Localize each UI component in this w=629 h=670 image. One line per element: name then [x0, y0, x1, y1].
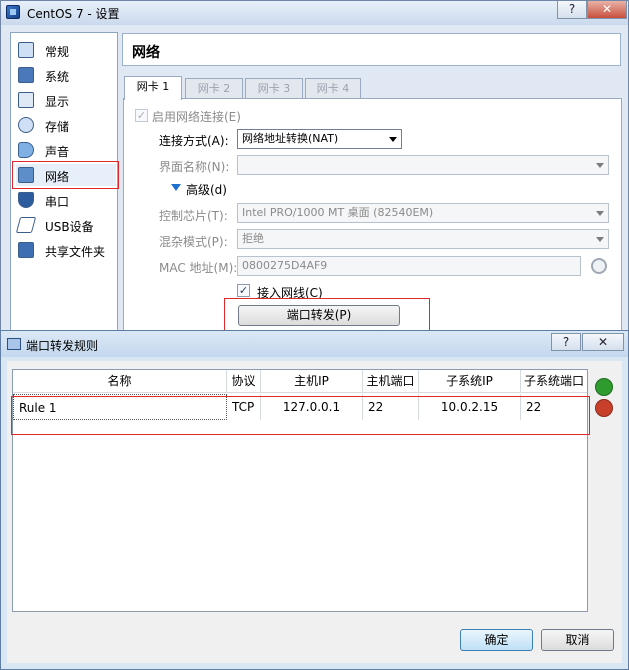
sidebar-item-label: 系统	[45, 70, 70, 84]
virtualbox-app-icon	[6, 5, 20, 19]
column-header-name[interactable]: 名称	[13, 370, 227, 393]
section-title: 网络	[132, 45, 160, 61]
adapter-type-label: 控制芯片(T):	[159, 209, 228, 223]
mac-address-input[interactable]: 0800275D4AF9	[237, 256, 581, 276]
rule-highlight-box	[11, 396, 590, 435]
sidebar-item-label: USB设备	[45, 220, 94, 234]
port-forwarding-titlebar[interactable]: 端口转发规则 ? ✕	[1, 331, 628, 357]
column-header-host-port[interactable]: 主机端口	[363, 370, 419, 393]
port-forwarding-help-button[interactable]: ?	[551, 333, 581, 351]
chevron-down-icon	[596, 163, 604, 168]
mac-address-value: 0800275D4AF9	[242, 259, 328, 272]
refresh-mac-icon[interactable]	[591, 258, 607, 274]
usb-icon	[15, 217, 37, 233]
audio-icon	[18, 142, 34, 158]
tab-adapter-3[interactable]: 网卡 3	[245, 78, 303, 99]
ok-button[interactable]: 确定	[460, 629, 533, 651]
chevron-down-icon	[596, 211, 604, 216]
tab-adapter-2[interactable]: 网卡 2	[185, 78, 243, 99]
display-icon	[18, 92, 34, 108]
promiscuous-mode-select[interactable]: 拒绝	[237, 229, 609, 249]
interface-name-label: 界面名称(N):	[159, 160, 230, 174]
sidebar-item-label: 存储	[45, 120, 70, 134]
settings-window-title: CentOS 7 - 设置	[27, 7, 120, 21]
enable-adapter-checkbox[interactable]: ✓	[135, 109, 148, 122]
adapter-type-select[interactable]: Intel PRO/1000 MT 桌面 (82540EM)	[237, 203, 609, 223]
sidebar-item-label: 常规	[45, 45, 70, 59]
attached-to-value: 网络地址转换(NAT)	[242, 132, 339, 145]
column-header-guest-ip[interactable]: 子系统IP	[419, 370, 521, 393]
column-header-guest-port[interactable]: 子系统端口	[521, 370, 587, 393]
attached-to-label: 连接方式(A):	[159, 134, 229, 148]
cancel-button[interactable]: 取消	[541, 629, 614, 651]
attached-to-select[interactable]: 网络地址转换(NAT)	[237, 129, 402, 149]
sidebar-item-audio[interactable]: 声音	[16, 139, 116, 161]
settings-close-button[interactable]: ✕	[587, 1, 627, 19]
sidebar-item-general[interactable]: 常规	[16, 39, 116, 61]
expand-triangle-icon[interactable]	[171, 184, 181, 191]
port-forwarding-window: 端口转发规则 ? ✕ 名称 协议 主机IP 主机端口 子系统IP 子系统端口 R…	[0, 330, 629, 670]
add-rule-icon[interactable]	[595, 378, 613, 396]
sidebar-item-label: 显示	[45, 95, 70, 109]
remove-rule-icon[interactable]	[595, 399, 613, 417]
sidebar-item-label: 串口	[45, 195, 70, 209]
tab-adapter-1[interactable]: 网卡 1	[124, 76, 182, 100]
port-forwarding-close-button[interactable]: ✕	[582, 333, 624, 351]
network-highlight-box	[12, 161, 119, 189]
sidebar-item-label: 共享文件夹	[45, 245, 106, 259]
settings-help-button[interactable]: ?	[557, 1, 587, 19]
tab-adapter-4[interactable]: 网卡 4	[305, 78, 361, 99]
sidebar-item-shared-folders[interactable]: 共享文件夹	[16, 239, 116, 261]
sidebar-item-system[interactable]: 系统	[16, 64, 116, 86]
serial-port-icon	[18, 192, 34, 208]
adapter-type-value: Intel PRO/1000 MT 桌面 (82540EM)	[242, 206, 434, 219]
advanced-toggle[interactable]: 高级(d)	[186, 181, 227, 198]
mac-address-label: MAC 地址(M):	[159, 261, 238, 275]
sidebar-item-serial-port[interactable]: 串口	[16, 189, 116, 211]
port-forwarding-content: 名称 协议 主机IP 主机端口 子系统IP 子系统端口 Rule 1 TCP 1…	[7, 361, 622, 663]
settings-titlebar[interactable]: CentOS 7 - 设置 ? ✕	[1, 1, 628, 25]
enable-adapter-label: 启用网络连接(E)	[152, 110, 241, 124]
window-icon	[7, 338, 21, 350]
sidebar-item-storage[interactable]: 存储	[16, 114, 116, 136]
chevron-down-icon	[389, 137, 397, 142]
column-header-protocol[interactable]: 协议	[227, 370, 261, 393]
interface-name-select[interactable]	[237, 155, 609, 175]
port-forwarding-title: 端口转发规则	[26, 339, 99, 353]
cable-connected-checkbox[interactable]: ✓	[237, 284, 250, 297]
promiscuous-mode-value: 拒绝	[242, 232, 264, 245]
sidebar-item-label: 声音	[45, 145, 70, 159]
system-icon	[18, 67, 34, 83]
sidebar-item-usb[interactable]: USB设备	[15, 214, 116, 236]
sidebar-item-display[interactable]: 显示	[16, 89, 116, 111]
general-icon	[18, 42, 34, 58]
storage-icon	[18, 117, 34, 133]
promiscuous-mode-label: 混杂模式(P):	[159, 235, 228, 249]
section-header: 网络	[122, 33, 621, 66]
settings-window: CentOS 7 - 设置 ? ✕ 常规 系统 显示 存储 声音 网络 串口 U…	[0, 0, 629, 338]
shared-folder-icon	[18, 242, 34, 258]
column-header-host-ip[interactable]: 主机IP	[261, 370, 363, 393]
chevron-down-icon	[596, 237, 604, 242]
